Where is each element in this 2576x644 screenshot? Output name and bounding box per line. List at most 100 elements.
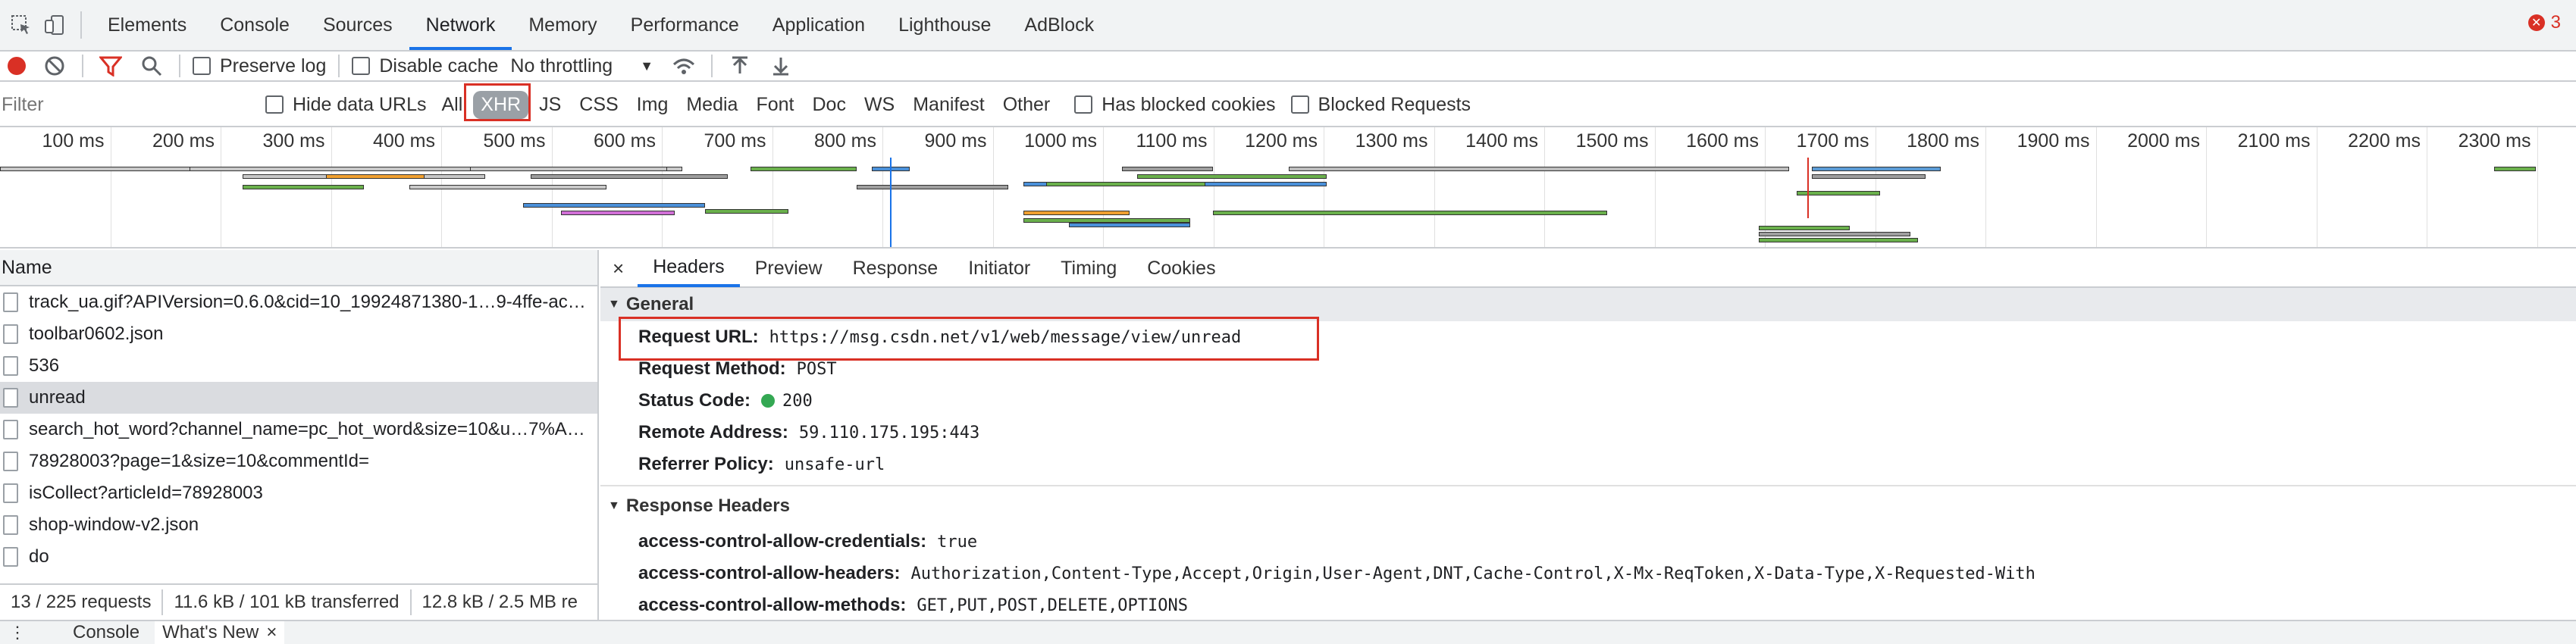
waterfall-bar bbox=[0, 167, 212, 171]
filter-type-manifest[interactable]: Manifest bbox=[905, 91, 992, 119]
referrer-policy-label: Referrer Policy: bbox=[638, 454, 774, 474]
file-icon bbox=[3, 356, 18, 376]
tab-console[interactable]: Console bbox=[203, 0, 306, 50]
tab-headers[interactable]: Headers bbox=[638, 250, 740, 287]
xhr-highlight-box bbox=[464, 83, 531, 121]
device-toolbar-icon[interactable] bbox=[38, 8, 71, 42]
request-row[interactable]: search_hot_word?channel_name=pc_hot_word… bbox=[0, 414, 597, 445]
record-icon[interactable] bbox=[2, 55, 32, 77]
request-row[interactable]: do bbox=[0, 541, 597, 573]
error-count: 3 bbox=[2550, 12, 2561, 33]
search-icon[interactable] bbox=[136, 55, 167, 77]
tab-adblock[interactable]: AdBlock bbox=[1008, 0, 1111, 50]
referrer-policy-row: Referrer Policy: unsafe-url bbox=[600, 449, 2576, 480]
request-row[interactable]: shop-window-v2.json bbox=[0, 509, 597, 541]
network-conditions-icon[interactable] bbox=[669, 55, 699, 77]
dropdown-arrow-icon: ▼ bbox=[640, 58, 654, 73]
close-icon[interactable]: × bbox=[600, 257, 638, 280]
request-name: shop-window-v2.json bbox=[29, 514, 199, 535]
export-har-icon[interactable] bbox=[766, 55, 796, 77]
error-count-badge[interactable]: ✕ 3 bbox=[2527, 12, 2561, 33]
bottom-drawer: ⋮ Console What's New × bbox=[0, 620, 2576, 644]
throttling-value: No throttling bbox=[510, 55, 613, 77]
drawer-tab-console[interactable]: Console bbox=[42, 622, 155, 643]
tab-timing[interactable]: Timing bbox=[1045, 250, 1132, 287]
waterfall-bar bbox=[1137, 174, 1327, 179]
filter-type-ws[interactable]: WS bbox=[857, 91, 902, 119]
tab-lighthouse[interactable]: Lighthouse bbox=[882, 0, 1008, 50]
inspect-element-icon[interactable] bbox=[5, 8, 38, 42]
timeline-overview[interactable]: 100 ms 200 ms 300 ms 400 ms 500 ms 600 ms 700 … bbox=[0, 127, 2576, 249]
acah-row: access-control-allow-headers: Authorizat… bbox=[600, 558, 2576, 589]
response-headers-section-header[interactable]: ▼ Response Headers bbox=[600, 489, 2576, 523]
tab-application[interactable]: Application bbox=[756, 0, 882, 50]
dom-content-loaded-marker bbox=[890, 158, 892, 247]
waterfall-bar bbox=[326, 174, 425, 179]
request-row[interactable]: track_ua.gif?APIVersion=0.6.0&cid=10_199… bbox=[0, 286, 597, 318]
request-row[interactable]: 536 bbox=[0, 350, 597, 382]
timeline-gridline bbox=[2537, 127, 2538, 247]
status-code-value: 200 bbox=[782, 391, 813, 411]
filter-type-img[interactable]: Img bbox=[629, 91, 676, 119]
request-row[interactable]: 78928003?page=1&size=10&commentId= bbox=[0, 445, 597, 477]
load-event-marker bbox=[1807, 158, 1809, 218]
timeline-tick-label: 2000 ms bbox=[2127, 130, 2200, 152]
waterfall-bar bbox=[1289, 167, 1789, 171]
acam-value: GET,PUT,POST,DELETE,OPTIONS bbox=[917, 596, 1189, 615]
filter-type-media[interactable]: Media bbox=[678, 91, 745, 119]
import-har-icon[interactable] bbox=[725, 55, 755, 77]
tab-initiator[interactable]: Initiator bbox=[953, 250, 1045, 287]
name-column-header[interactable]: Name bbox=[0, 250, 597, 286]
detail-tabs: × Headers Preview Response Initiator Tim… bbox=[600, 250, 2576, 288]
disable-cache-checkbox[interactable] bbox=[352, 57, 371, 75]
timeline-tick-label: 2200 ms bbox=[2348, 130, 2421, 152]
tab-network[interactable]: Network bbox=[409, 0, 512, 50]
timeline-gridline bbox=[1434, 127, 1435, 247]
tab-preview[interactable]: Preview bbox=[740, 250, 838, 287]
divider bbox=[82, 55, 83, 77]
file-icon bbox=[3, 547, 18, 567]
close-icon[interactable]: × bbox=[266, 622, 277, 643]
file-icon bbox=[3, 292, 18, 312]
throttling-select[interactable]: No throttling ▼ bbox=[510, 55, 653, 77]
filter-type-doc[interactable]: Doc bbox=[804, 91, 853, 119]
waterfall-bar bbox=[523, 203, 705, 208]
filter-type-js[interactable]: JS bbox=[531, 91, 569, 119]
tab-performance[interactable]: Performance bbox=[614, 0, 756, 50]
filter-type-css[interactable]: CSS bbox=[572, 91, 625, 119]
waterfall-bar bbox=[1812, 167, 1941, 171]
filter-icon[interactable] bbox=[96, 55, 126, 77]
waterfall-bar bbox=[1046, 182, 1205, 186]
filter-type-other[interactable]: Other bbox=[995, 91, 1058, 119]
drawer-menu-icon[interactable]: ⋮ bbox=[0, 623, 42, 642]
request-row[interactable]: unread bbox=[0, 382, 597, 414]
divider bbox=[338, 55, 340, 77]
timeline-tick-label: 1600 ms bbox=[1686, 130, 1759, 152]
preserve-log-checkbox[interactable] bbox=[193, 57, 211, 75]
clear-icon[interactable] bbox=[39, 55, 70, 77]
tab-response[interactable]: Response bbox=[838, 250, 954, 287]
tab-elements[interactable]: Elements bbox=[91, 0, 203, 50]
general-title: General bbox=[625, 294, 694, 314]
timeline-gridline bbox=[2095, 127, 2097, 247]
has-blocked-cookies-checkbox[interactable] bbox=[1074, 95, 1093, 114]
waterfall-bar bbox=[1122, 167, 1213, 171]
request-name: isCollect?articleId=78928003 bbox=[29, 483, 263, 503]
timeline-gridline bbox=[662, 127, 663, 247]
filter-input[interactable] bbox=[0, 91, 250, 118]
timeline-tick-label: 1300 ms bbox=[1355, 130, 1428, 152]
drawer-tab-whats-new[interactable]: What's New × bbox=[155, 621, 285, 644]
disable-cache-label: Disable cache bbox=[379, 55, 499, 77]
hide-data-urls-checkbox[interactable] bbox=[265, 95, 284, 114]
request-row[interactable]: toolbar0602.json bbox=[0, 318, 597, 350]
blocked-requests-checkbox[interactable] bbox=[1290, 95, 1309, 114]
tab-sources[interactable]: Sources bbox=[306, 0, 409, 50]
tab-cookies[interactable]: Cookies bbox=[1132, 250, 1230, 287]
filter-type-font[interactable]: Font bbox=[748, 91, 801, 119]
remote-address-label: Remote Address: bbox=[638, 422, 788, 442]
timeline-tick-label: 700 ms bbox=[704, 130, 766, 152]
timeline-gridline bbox=[1103, 127, 1104, 247]
tab-memory[interactable]: Memory bbox=[512, 0, 613, 50]
request-row[interactable]: isCollect?articleId=78928003 bbox=[0, 477, 597, 509]
triangle-down-icon: ▼ bbox=[608, 499, 620, 512]
